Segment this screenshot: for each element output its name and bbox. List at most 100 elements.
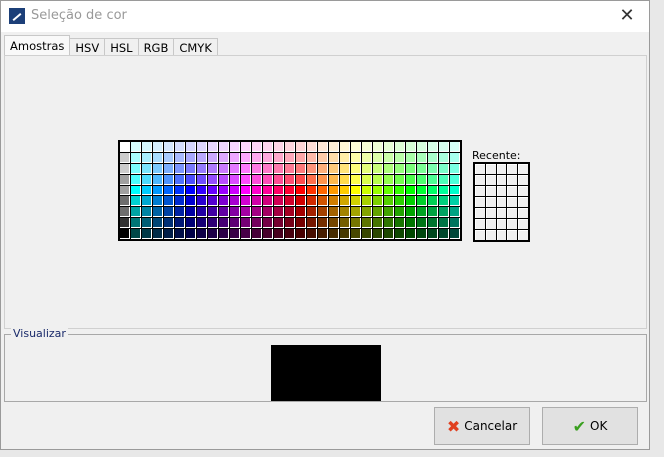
swatch[interactable]: [208, 152, 218, 163]
swatch[interactable]: [329, 174, 339, 185]
swatch[interactable]: [252, 207, 262, 218]
swatch[interactable]: [395, 185, 405, 196]
swatch[interactable]: [362, 196, 372, 207]
swatch[interactable]: [406, 229, 416, 239]
swatch[interactable]: [384, 229, 394, 239]
swatch[interactable]: [241, 229, 251, 239]
swatch[interactable]: [186, 185, 196, 196]
swatch[interactable]: [373, 207, 383, 218]
swatch[interactable]: [428, 142, 438, 152]
swatch[interactable]: [384, 185, 394, 196]
swatch[interactable]: [208, 174, 218, 185]
swatch[interactable]: [406, 207, 416, 218]
swatch[interactable]: [241, 142, 251, 152]
swatch[interactable]: [241, 207, 251, 218]
swatch[interactable]: [329, 218, 339, 229]
swatch[interactable]: [153, 218, 163, 229]
recent-swatch[interactable]: [507, 219, 518, 229]
recent-swatch[interactable]: [475, 219, 485, 229]
swatch[interactable]: [186, 152, 196, 163]
swatch[interactable]: [164, 207, 174, 218]
swatch[interactable]: [219, 185, 229, 196]
swatch[interactable]: [340, 218, 350, 229]
recent-swatch[interactable]: [485, 164, 496, 174]
swatch[interactable]: [241, 218, 251, 229]
swatch[interactable]: [373, 229, 383, 239]
swatch[interactable]: [219, 196, 229, 207]
swatch[interactable]: [120, 229, 130, 239]
swatch[interactable]: [340, 174, 350, 185]
swatch[interactable]: [219, 207, 229, 218]
swatch[interactable]: [164, 196, 174, 207]
swatch[interactable]: [439, 163, 449, 174]
swatch[interactable]: [197, 229, 207, 239]
swatch[interactable]: [230, 142, 240, 152]
swatch[interactable]: [142, 152, 152, 163]
swatch[interactable]: [142, 142, 152, 152]
swatch[interactable]: [142, 196, 152, 207]
swatch[interactable]: [417, 196, 427, 207]
swatch[interactable]: [439, 218, 449, 229]
swatch[interactable]: [450, 207, 460, 218]
swatch[interactable]: [329, 185, 339, 196]
swatch[interactable]: [340, 142, 350, 152]
swatch[interactable]: [318, 163, 328, 174]
swatch[interactable]: [428, 174, 438, 185]
swatch[interactable]: [120, 142, 130, 152]
swatch[interactable]: [197, 163, 207, 174]
swatch[interactable]: [428, 218, 438, 229]
swatch[interactable]: [439, 174, 449, 185]
swatch[interactable]: [417, 218, 427, 229]
swatch[interactable]: [307, 163, 317, 174]
swatch[interactable]: [285, 174, 295, 185]
swatch[interactable]: [351, 142, 361, 152]
recent-swatch[interactable]: [507, 175, 518, 185]
swatch[interactable]: [164, 163, 174, 174]
swatch[interactable]: [285, 142, 295, 152]
swatch[interactable]: [208, 218, 218, 229]
swatch[interactable]: [142, 174, 152, 185]
swatch[interactable]: [307, 207, 317, 218]
swatch[interactable]: [439, 185, 449, 196]
swatch[interactable]: [428, 152, 438, 163]
swatch[interactable]: [417, 142, 427, 152]
swatch[interactable]: [153, 229, 163, 239]
swatch[interactable]: [406, 163, 416, 174]
swatch[interactable]: [285, 196, 295, 207]
swatch[interactable]: [395, 142, 405, 152]
swatch[interactable]: [142, 229, 152, 239]
swatch[interactable]: [219, 174, 229, 185]
swatch[interactable]: [197, 174, 207, 185]
cancel-button[interactable]: ✖ Cancelar: [434, 407, 530, 445]
swatch[interactable]: [197, 218, 207, 229]
swatch[interactable]: [175, 218, 185, 229]
swatch[interactable]: [351, 196, 361, 207]
swatch[interactable]: [329, 207, 339, 218]
swatch[interactable]: [142, 218, 152, 229]
swatch[interactable]: [164, 185, 174, 196]
swatch[interactable]: [351, 207, 361, 218]
swatch[interactable]: [318, 185, 328, 196]
swatch[interactable]: [296, 207, 306, 218]
swatch[interactable]: [373, 152, 383, 163]
swatch[interactable]: [274, 229, 284, 239]
swatch[interactable]: [274, 218, 284, 229]
tab-hsv[interactable]: HSV: [69, 38, 106, 55]
swatch[interactable]: [263, 163, 273, 174]
swatch[interactable]: [450, 218, 460, 229]
swatch[interactable]: [428, 207, 438, 218]
tab-cmyk[interactable]: CMYK: [173, 38, 218, 55]
swatch[interactable]: [263, 218, 273, 229]
swatch[interactable]: [439, 142, 449, 152]
swatch[interactable]: [175, 207, 185, 218]
swatch[interactable]: [175, 196, 185, 207]
swatch[interactable]: [373, 185, 383, 196]
swatch[interactable]: [208, 229, 218, 239]
recent-swatch[interactable]: [475, 197, 485, 207]
swatch[interactable]: [362, 152, 372, 163]
swatch[interactable]: [131, 207, 141, 218]
swatch[interactable]: [252, 229, 262, 239]
swatch[interactable]: [219, 152, 229, 163]
swatch[interactable]: [296, 163, 306, 174]
swatch[interactable]: [417, 174, 427, 185]
